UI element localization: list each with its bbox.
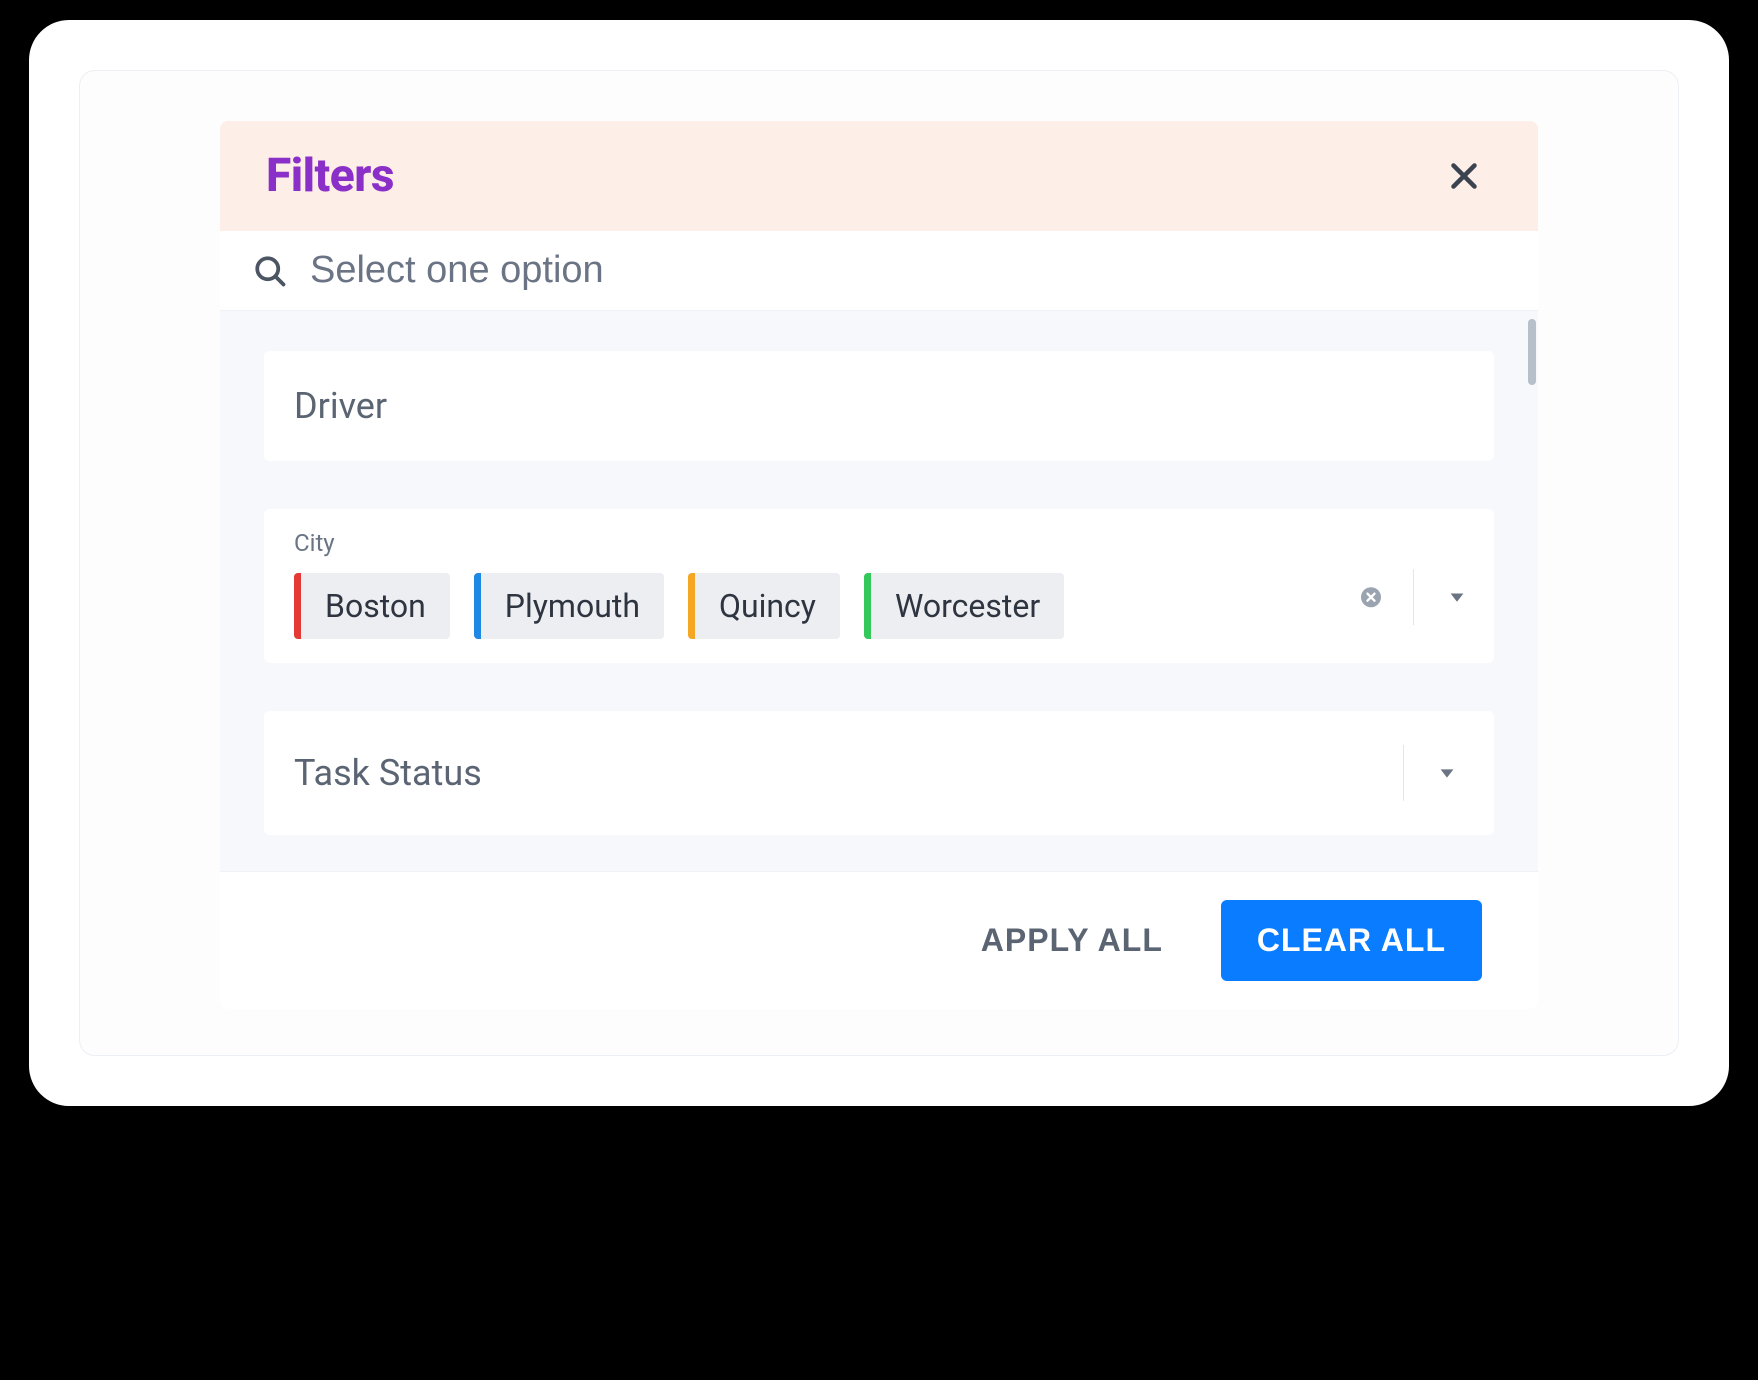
search-row xyxy=(220,231,1538,311)
divider xyxy=(1403,745,1404,801)
chevron-down-icon xyxy=(1436,762,1458,784)
task-status-controls xyxy=(1403,745,1464,801)
panel-footer: APPLY ALL CLEAR ALL xyxy=(220,871,1538,1009)
chip-color-bar xyxy=(688,573,695,639)
scrollbar-thumb[interactable] xyxy=(1528,319,1536,385)
clear-city-button[interactable] xyxy=(1355,581,1387,613)
city-chip[interactable]: Worcester xyxy=(864,573,1064,639)
filter-task-status: Task Status xyxy=(264,711,1494,835)
chip-label: Worcester xyxy=(871,587,1064,625)
chip-label: Quincy xyxy=(695,587,840,625)
panel-header: Filters xyxy=(220,121,1538,231)
city-label: City xyxy=(294,529,1464,557)
filter-driver[interactable]: Driver xyxy=(264,351,1494,461)
filters-panel: Filters xyxy=(220,121,1538,1009)
task-status-dropdown-toggle[interactable] xyxy=(1430,756,1464,790)
clear-circle-icon xyxy=(1359,585,1383,609)
panel-title: Filters xyxy=(266,149,394,203)
close-button[interactable] xyxy=(1438,150,1490,202)
outer-card: Filters xyxy=(29,20,1729,1106)
city-chip[interactable]: Boston xyxy=(294,573,450,639)
city-chip[interactable]: Plymouth xyxy=(474,573,664,639)
apply-all-button[interactable]: APPLY ALL xyxy=(971,904,1173,977)
driver-label: Driver xyxy=(294,385,1464,427)
inner-card: Filters xyxy=(79,70,1679,1056)
chip-color-bar xyxy=(864,573,871,639)
clear-all-button[interactable]: CLEAR ALL xyxy=(1221,900,1482,981)
chip-color-bar xyxy=(294,573,301,639)
filter-list: Driver City Boston Plymouth xyxy=(220,311,1538,871)
task-status-label: Task Status xyxy=(294,752,482,794)
chip-label: Boston xyxy=(301,587,450,625)
search-icon xyxy=(252,253,288,289)
city-chip-row: Boston Plymouth Quincy Worcester xyxy=(294,573,1464,639)
city-chip[interactable]: Quincy xyxy=(688,573,840,639)
close-icon xyxy=(1446,158,1482,194)
chip-color-bar xyxy=(474,573,481,639)
search-input[interactable] xyxy=(310,249,1506,292)
city-dropdown-toggle[interactable] xyxy=(1440,580,1474,614)
chevron-down-icon xyxy=(1446,586,1468,608)
filter-city: City Boston Plymouth Quincy xyxy=(264,509,1494,663)
city-controls xyxy=(1355,569,1474,625)
divider xyxy=(1413,569,1414,625)
spacer xyxy=(80,1009,1678,1055)
chip-label: Plymouth xyxy=(481,587,664,625)
